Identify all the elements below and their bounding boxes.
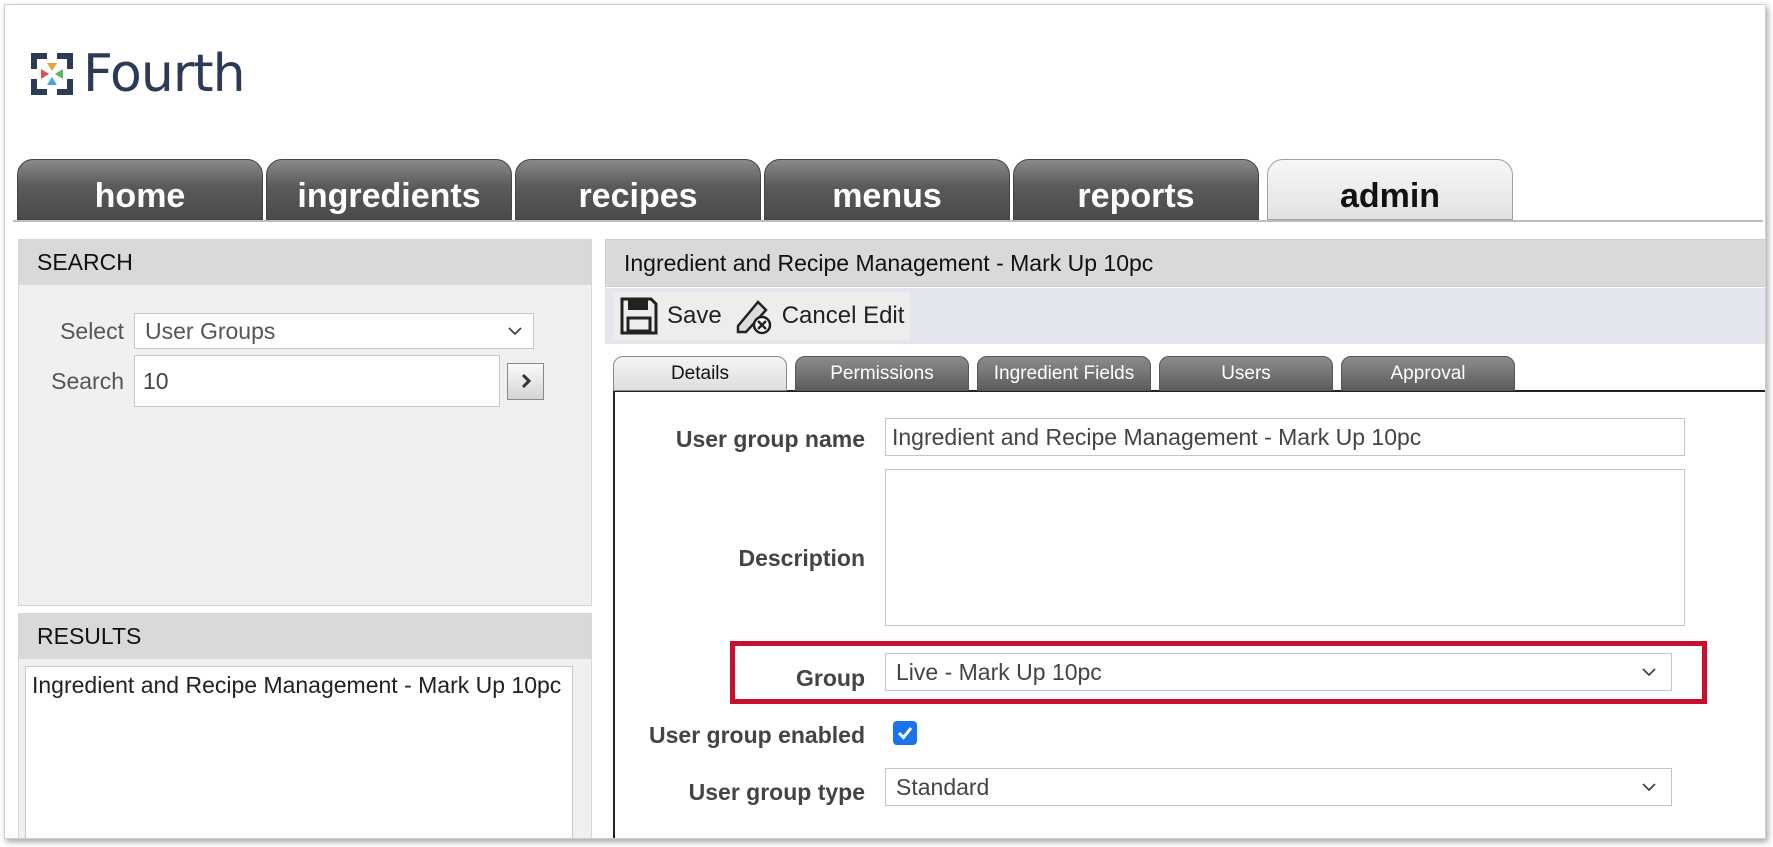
user-group-enabled-checkbox[interactable] (893, 721, 917, 745)
tab-permissions[interactable]: Permissions (795, 356, 969, 391)
save-label: Save (667, 302, 722, 329)
fourth-logo-icon (31, 53, 73, 95)
tab-recipes[interactable]: recipes (515, 159, 761, 220)
chevron-right-icon (521, 373, 531, 389)
detail-tabs: Details Permissions Ingredient Fields Us… (613, 356, 1765, 392)
user-group-type-select[interactable]: Standard (885, 768, 1672, 806)
details-form: User group name Ingredient and Recipe Ma… (613, 392, 1765, 838)
search-panel-title: SEARCH (19, 240, 591, 285)
cancel-edit-label: Cancel Edit (781, 302, 905, 329)
description-label: Description (738, 545, 865, 571)
main-nav: home ingredients recipes menus reports a… (13, 159, 1763, 222)
select-label: Select (60, 317, 124, 344)
tab-home[interactable]: home (17, 159, 263, 220)
user-group-name-field[interactable]: Ingredient and Recipe Management - Mark … (885, 418, 1685, 456)
results-panel-title: RESULTS (19, 614, 591, 659)
result-item[interactable]: Ingredient and Recipe Management - Mark … (32, 671, 566, 699)
search-input[interactable]: 10 (134, 355, 500, 407)
detail-panel: Ingredient and Recipe Management - Mark … (605, 239, 1765, 838)
cancel-edit-button[interactable]: Cancel Edit (727, 292, 911, 340)
brand-logo[interactable]: Fourth (27, 44, 246, 104)
search-label: Search (51, 367, 124, 394)
cancel-edit-icon (736, 300, 771, 335)
brand-name: Fourth (83, 44, 246, 104)
chevron-down-icon (1642, 783, 1656, 792)
tab-details[interactable]: Details (613, 356, 787, 391)
checkmark-icon (897, 727, 913, 740)
tab-admin[interactable]: admin (1267, 159, 1513, 220)
save-button[interactable]: Save (613, 292, 728, 340)
tab-approval[interactable]: Approval (1341, 356, 1515, 391)
search-type-value: User Groups (145, 317, 276, 344)
user-group-name-label: User group name (675, 426, 865, 452)
group-highlight-box (730, 641, 1707, 704)
results-list: Ingredient and Recipe Management - Mark … (25, 666, 573, 838)
description-field[interactable] (885, 469, 1685, 626)
detail-toolbar: Save Cancel Edit (605, 288, 1765, 344)
tab-ingredients[interactable]: ingredients (266, 159, 512, 220)
tab-menus[interactable]: menus (764, 159, 1010, 220)
tab-ingredient-fields[interactable]: Ingredient Fields (977, 356, 1151, 391)
results-panel: RESULTS Ingredient and Recipe Management… (18, 613, 592, 838)
tab-reports[interactable]: reports (1013, 159, 1259, 220)
user-group-type-value: Standard (896, 773, 990, 800)
search-go-button[interactable] (507, 362, 544, 400)
app-frame: Fourth home ingredients recipes menus re… (4, 4, 1766, 839)
chevron-down-icon (508, 327, 522, 336)
search-panel: SEARCH Select User Groups Search 10 (18, 239, 592, 606)
tab-users[interactable]: Users (1159, 356, 1333, 391)
search-type-select[interactable]: User Groups (134, 313, 534, 349)
floppy-disk-icon (620, 297, 658, 335)
user-group-type-label: User group type (688, 779, 865, 805)
detail-title: Ingredient and Recipe Management - Mark … (605, 239, 1765, 287)
user-group-enabled-label: User group enabled (649, 722, 865, 748)
